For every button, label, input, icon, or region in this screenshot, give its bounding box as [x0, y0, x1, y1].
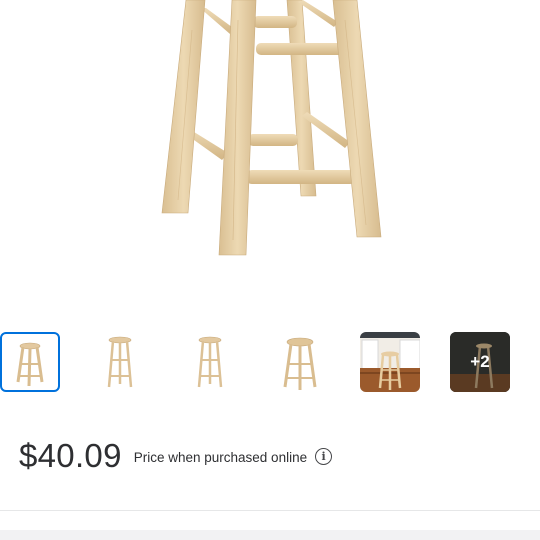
thumbnail-2[interactable] [90, 332, 150, 392]
divider [0, 510, 540, 511]
stool-thumbnail-image [197, 336, 223, 388]
thumbnail-1[interactable] [0, 332, 60, 392]
product-hero-image[interactable] [0, 0, 540, 300]
price-note: Price when purchased online [133, 449, 308, 465]
thumbnail-strip: +2 [0, 332, 540, 392]
stool-thumbnail-image [16, 342, 44, 387]
stool-image [161, 0, 382, 256]
more-images-count: +2 [470, 352, 490, 371]
stool-thumbnail-image [107, 336, 133, 388]
section-separator [0, 530, 540, 540]
kitchen-photo-thumbnail [360, 332, 420, 392]
thumbnail-6-more-images[interactable]: +2 [450, 332, 510, 392]
thumbnail-4[interactable] [270, 332, 330, 392]
thumbnail-5[interactable] [360, 332, 420, 392]
info-icon[interactable]: i [315, 448, 333, 465]
stool-thumbnail-image [283, 337, 317, 390]
thumbnail-3[interactable] [180, 332, 240, 392]
price: $40.09 [19, 437, 122, 474]
price-row: $40.09 Price when purchased online i [19, 432, 333, 480]
